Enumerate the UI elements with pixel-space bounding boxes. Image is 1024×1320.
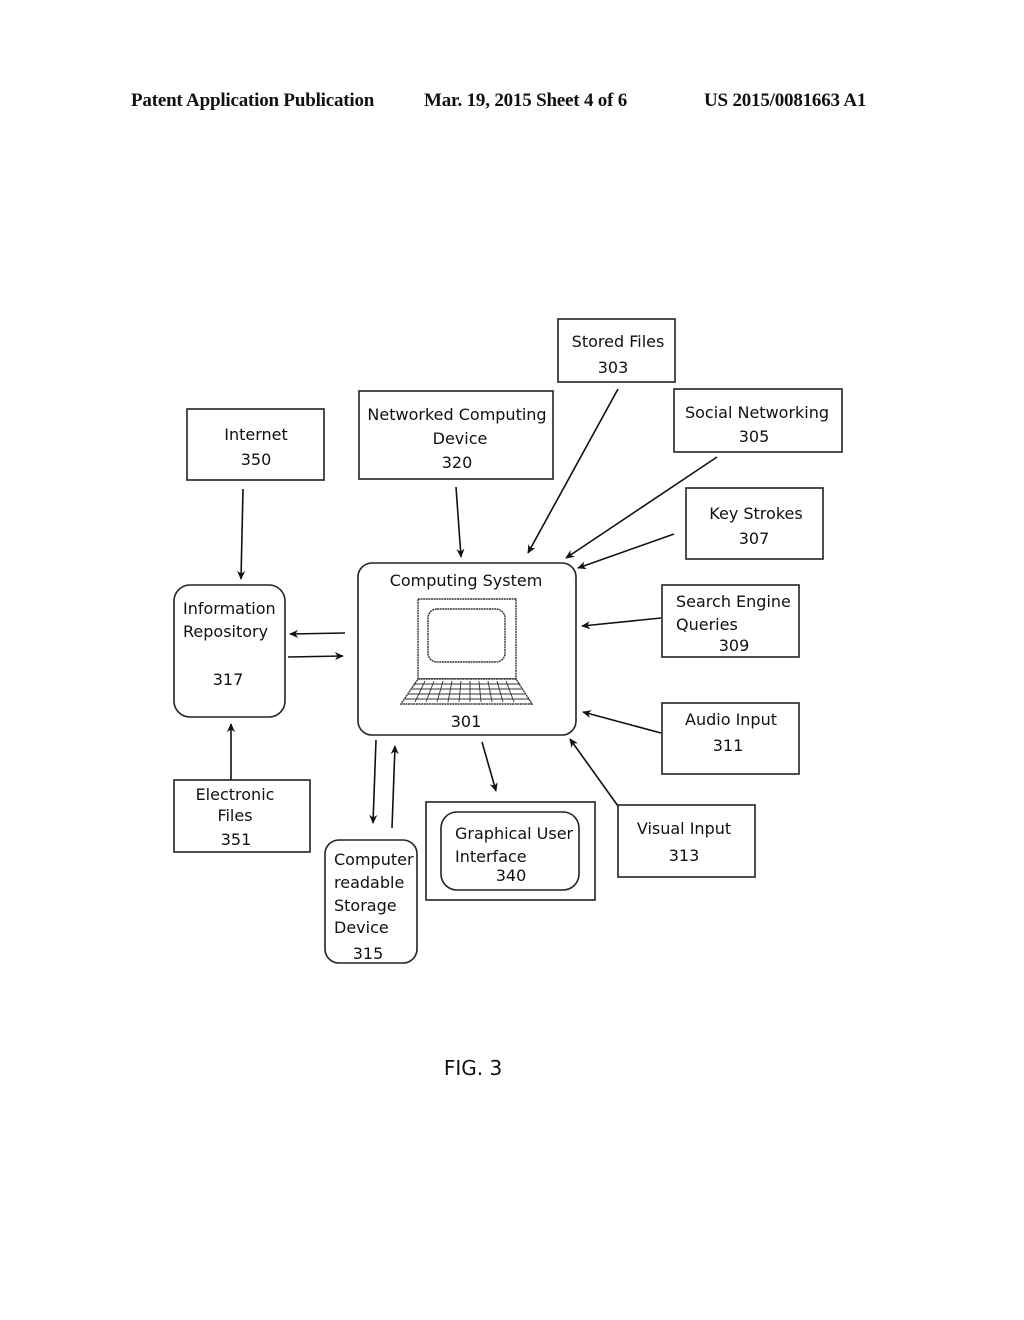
arrow-computing-system-to-storage-device <box>369 739 378 824</box>
arrow-key-strokes-to-computing-system <box>577 533 675 570</box>
node-storage-device-label: Computer <box>334 850 414 869</box>
node-social-networking-label: Social Networking <box>685 403 829 422</box>
node-gui: Graphical User Interface340 <box>425 801 596 901</box>
node-key-strokes-label: Key Strokes <box>709 504 802 523</box>
arrow-audio-input-to-computing-system <box>582 710 662 734</box>
node-storage-device-label: Device <box>334 918 389 937</box>
node-gui-label: Graphical User <box>455 824 574 843</box>
block-diagram: Computing System 301 Stored Files 303 Social… <box>173 318 843 1080</box>
node-storage-device-label: readable <box>334 873 404 892</box>
node-key-strokes-ref-number: 307 <box>739 529 770 548</box>
node-visual-input-ref-number: 313 <box>669 846 700 865</box>
node-internet-ref-number: 350 <box>241 450 272 469</box>
node-storage-device-ref-number: 315 <box>353 944 384 963</box>
node-electronic-files-label: Files <box>217 806 252 825</box>
node-storage-device: Computer readable Storage Device 315 <box>324 839 418 964</box>
figure-label: FIG. 3 <box>444 1056 502 1080</box>
node-visual-input-box <box>617 804 756 878</box>
node-search-engine-queries-label: Search Engine <box>676 592 791 611</box>
node-electronic-files-label: Electronic <box>196 785 275 804</box>
node-key-strokes: Key Strokes 307 <box>685 487 824 560</box>
node-networked-device-label: Networked Computing <box>367 405 546 424</box>
node-electronic-files: Electronic Files 351 <box>173 779 311 853</box>
node-social-networking-ref-number: 305 <box>739 427 770 446</box>
node-visual-input-label: Visual Input <box>637 819 731 838</box>
node-stored-files-label: Stored Files <box>572 332 665 351</box>
node-information-repository-label: Repository <box>183 622 268 641</box>
node-information-repository-label: Information <box>183 599 276 618</box>
node-social-networking: Social Networking 305 <box>673 388 843 453</box>
node-audio-input: Audio Input 311 <box>661 702 800 775</box>
node-key-strokes-box <box>685 487 824 560</box>
node-gui-label: Interface <box>455 847 527 866</box>
node-stored-files: Stored Files 303 <box>557 318 676 383</box>
arrow-internet-to-information-repository <box>237 488 246 580</box>
arrow-search-engine-queries-to-computing-system <box>581 617 662 630</box>
node-computing-system-label: Computing System <box>390 571 543 590</box>
node-search-engine-queries: Search Engine Queries 309 <box>661 584 800 658</box>
node-gui-ref-number: 340 <box>496 866 527 885</box>
node-internet: Internet 350 <box>186 408 325 481</box>
node-visual-input: Visual Input 313 <box>617 804 756 878</box>
node-networked-device-ref-number: 320 <box>442 453 473 472</box>
node-storage-device-label: Storage <box>334 896 397 915</box>
node-computing-system-ref-number: 301 <box>451 712 482 731</box>
node-audio-input-ref-number: 311 <box>713 736 744 755</box>
laptop-icon <box>399 598 534 705</box>
node-search-engine-queries-ref-number: 309 <box>719 636 750 655</box>
node-internet-label: Internet <box>224 425 288 444</box>
node-information-repository-ref-number: 317 <box>213 670 244 689</box>
node-information-repository: Information Repository 317 <box>173 584 286 718</box>
arrow-computing-system-to-information-repository <box>289 629 346 638</box>
node-internet-box <box>186 408 325 481</box>
arrow-computing-system-to-gui <box>481 741 498 792</box>
node-electronic-files-ref-number: 351 <box>221 830 252 849</box>
arrow-information-repository-to-computing-system <box>287 652 344 661</box>
node-networked-device-label: Device <box>433 429 488 448</box>
node-search-engine-queries-label: Queries <box>676 615 738 634</box>
node-networked-device: Networked Computing Device 320 <box>358 390 554 480</box>
arrow-visual-input-to-computing-system <box>569 738 619 807</box>
arrow-storage-device-to-computing-system <box>390 745 399 829</box>
node-audio-input-label: Audio Input <box>685 710 777 729</box>
node-stored-files-ref-number: 303 <box>598 358 629 377</box>
arrow-networked-device-to-computing-system <box>455 486 465 558</box>
